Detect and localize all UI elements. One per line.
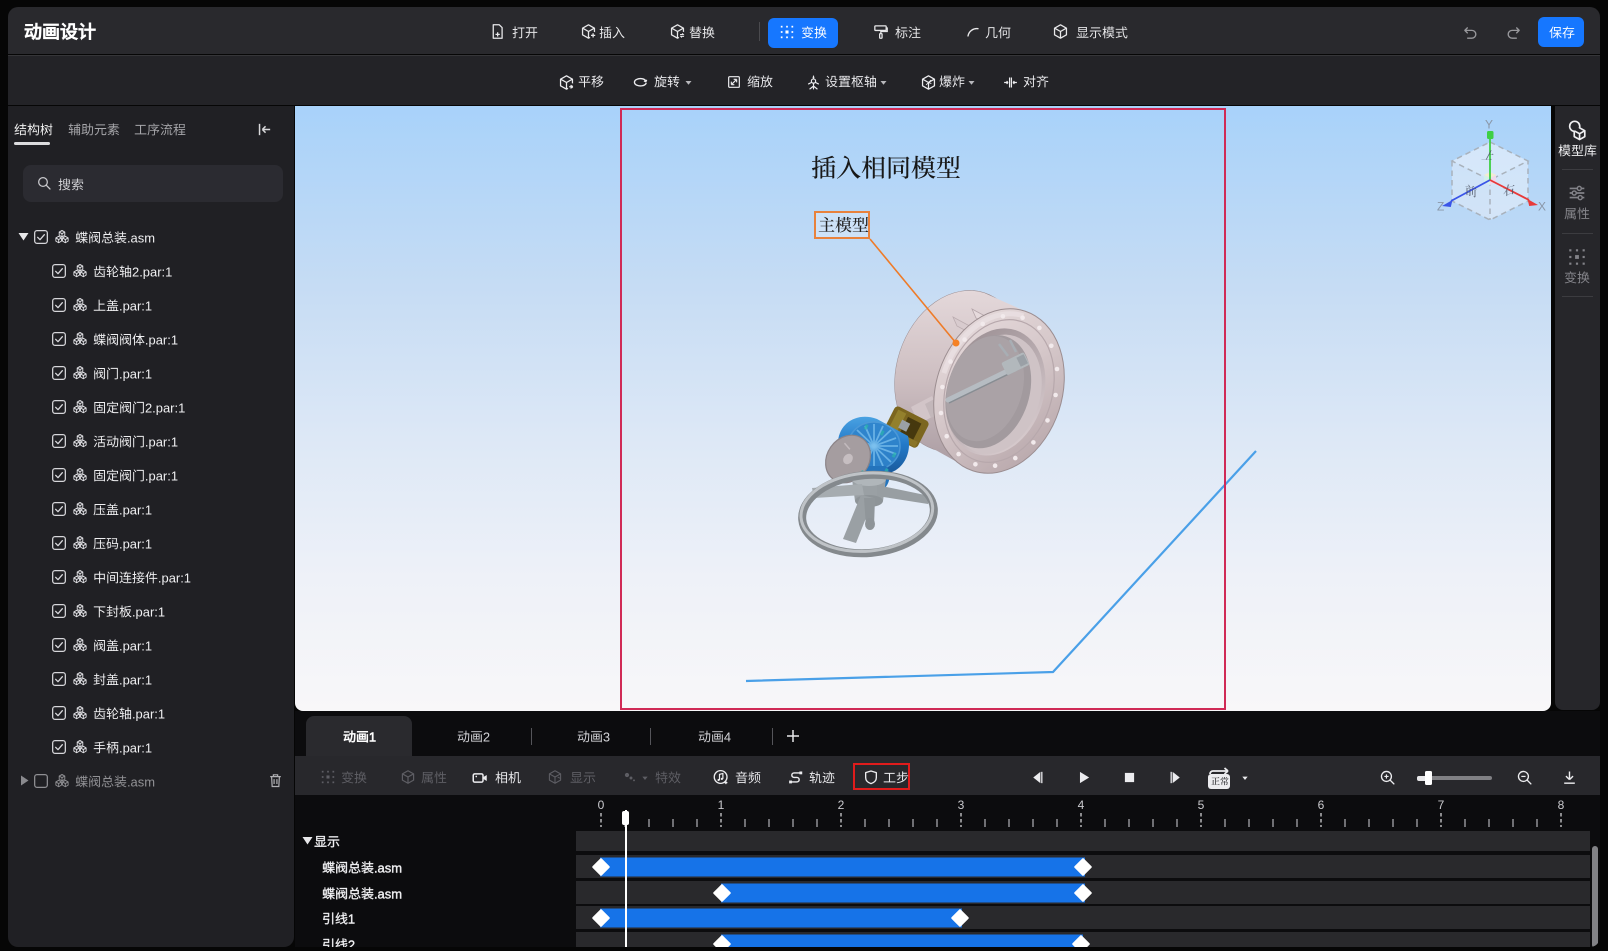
svg-text:2: 2 <box>348 937 355 947</box>
svg-text:.par:1: .par:1 <box>132 706 165 721</box>
svg-text:1: 1 <box>348 911 355 926</box>
svg-text:2.par:1: 2.par:1 <box>132 264 172 279</box>
svg-text:.par:1: .par:1 <box>145 468 178 483</box>
svg-text:.asm: .asm <box>127 230 155 245</box>
svg-text:Z: Z <box>1437 200 1444 214</box>
svg-text:Y: Y <box>1485 118 1493 132</box>
svg-text:.par:1: .par:1 <box>119 298 152 313</box>
svg-text:2.par:1: 2.par:1 <box>145 400 185 415</box>
svg-text:X: X <box>1538 200 1546 214</box>
svg-text:.par:1: .par:1 <box>132 604 165 619</box>
svg-text:.par:1: .par:1 <box>145 332 178 347</box>
svg-text:.par:1: .par:1 <box>119 638 152 653</box>
svg-text:.asm: .asm <box>374 886 402 901</box>
svg-text:.par:1: .par:1 <box>119 536 152 551</box>
svg-text:.par:1: .par:1 <box>145 434 178 449</box>
svg-text:.asm: .asm <box>127 774 155 789</box>
svg-text:.par:1: .par:1 <box>119 740 152 755</box>
svg-text:.par:1: .par:1 <box>119 366 152 381</box>
svg-text:.par:1: .par:1 <box>158 570 191 585</box>
svg-text:.par:1: .par:1 <box>119 672 152 687</box>
svg-text:.par:1: .par:1 <box>119 502 152 517</box>
svg-text:.asm: .asm <box>374 860 402 875</box>
